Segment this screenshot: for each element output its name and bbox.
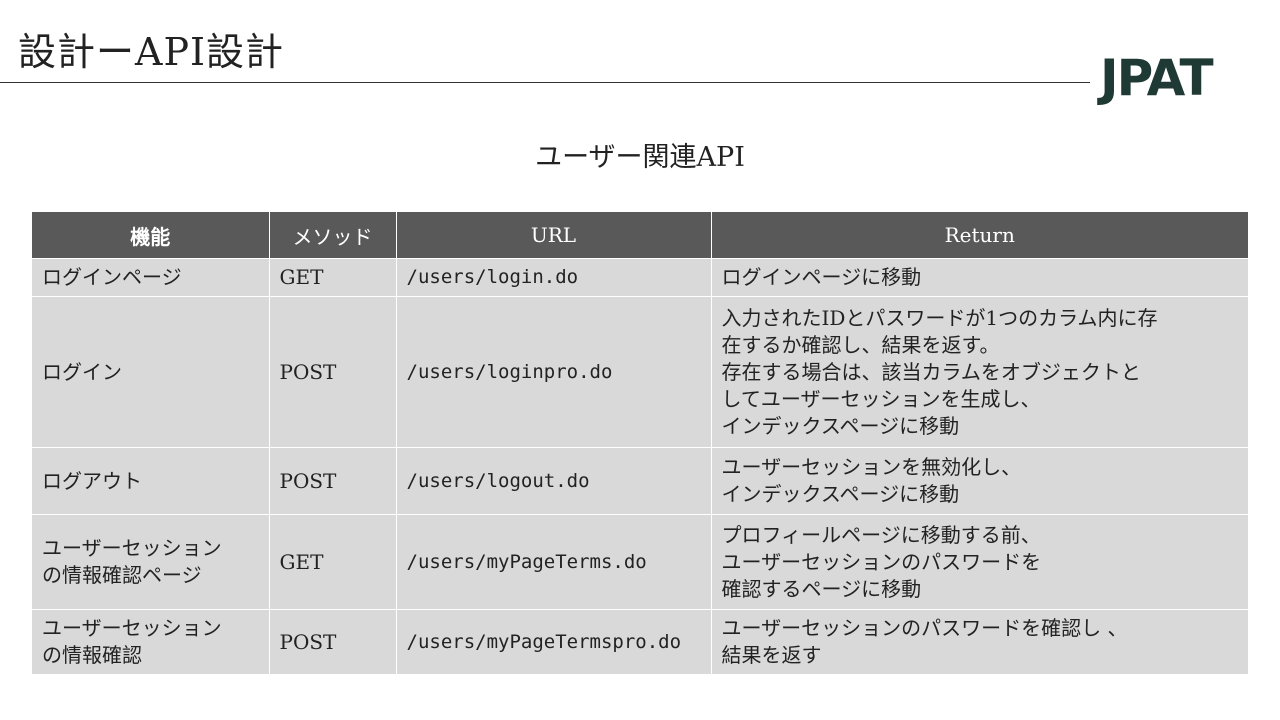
feature-text-line: の情報確認 [42,643,142,667]
column-header-url: URL [396,212,712,259]
feature-text-line: ユーザーセッション [42,536,222,560]
table-header-row: 機能 メソッド URL Return [32,212,1248,259]
return-text-line: 結果を返す [721,643,822,667]
return-text-line: 入力されたIDとパスワードが1つのカラム内に存 [721,305,1158,330]
table-row: ログインページ GET/users/login.do ログインページに移動 [32,258,1248,297]
feature-text-line: の情報確認ページ [42,563,202,587]
return-text-line: ログインページに移動 [721,265,922,289]
return-text-line: ユーザーセッションのパスワードを確認し 、 [721,616,1128,640]
table-row: ユーザーセッション の情報確認 POST/users/myPageTermspro.… [32,609,1248,675]
url-cell: /users/login.do [396,258,712,297]
return-cell: 入力されたIDとパスワードが1つのカラム内に存 在するか確認し、結果を返す。 存在す… [711,296,1248,448]
return-cell: ユーザーセッションのパスワードを確認し 、結果を返す [711,609,1248,675]
feature-text-line: ユーザーセッション [42,616,222,640]
slide: 設計ーAPI設計 JPAT ユーザー関連API 機能 メソッド URL Retu… [0,0,1280,720]
method-cell: POST [269,447,397,515]
feature-text-line: ログインページ [42,265,182,289]
section-subtitle: ユーザー関連API [535,142,745,173]
feature-cell: ユーザーセッション の情報確認ページ [32,514,270,610]
return-text-line: インデックスページに移動 [721,413,960,438]
feature-text-line: ログアウト [42,468,142,493]
url-cell: /users/logout.do [396,447,712,515]
return-text-line: インデックスページに移動 [721,482,960,506]
api-table: 機能 メソッド URL Return ログインページ GET/users/logi… [32,212,1248,675]
api-table-body: ログインページ GET/users/login.do ログインページに移動ログイン P… [32,258,1248,675]
method-cell: GET [269,258,397,297]
page-title: 設計ーAPI設計 [18,30,285,74]
table-row: ログアウト POST/users/logout.do ユーザーセッションを無効化し、… [32,447,1248,515]
feature-cell: ログインページ [32,258,270,297]
return-cell: ログインページに移動 [711,258,1248,297]
url-cell: /users/myPageTerms.do [396,514,712,610]
table-row: ログイン POST/users/loginpro.do 入力されたIDとパスワードが… [32,296,1248,448]
return-text-line: 確認するページに移動 [721,576,922,601]
jpat-logo: JPAT [1100,49,1214,107]
return-text-line: ユーザーセッションのパスワードを [721,549,1042,574]
return-text-line: 存在する場合は、該当カラムをオブジェクトと [721,359,1141,384]
feature-cell: ログイン [32,296,270,448]
url-cell: /users/loginpro.do [396,296,712,448]
return-text-line: ユーザーセッションを無効化し、 [721,455,1022,479]
column-header-feature: 機能 [32,212,270,259]
column-header-method: メソッド [269,212,397,259]
url-cell: /users/myPageTermspro.do [396,609,712,675]
column-header-return: Return [711,212,1248,259]
title-divider [0,82,1090,83]
method-cell: POST [269,296,397,448]
return-text-line: 在するか確認し、結果を返す。 [721,332,1000,357]
return-text-line: プロフィールページに移動する前、 [721,522,1041,547]
feature-cell: ユーザーセッション の情報確認 [32,609,270,675]
feature-text-line: ログイン [42,359,122,384]
feature-cell: ログアウト [32,447,270,515]
method-cell: GET [269,514,397,610]
return-cell: ユーザーセッションを無効化し、 インデックスページに移動 [711,447,1248,515]
table-row: ユーザーセッション の情報確認ページ GET/users/myPageTerms.d… [32,514,1248,610]
method-cell: POST [269,609,397,675]
return-text-line: してユーザーセッションを生成し、 [721,386,1041,411]
return-cell: プロフィールページに移動する前、 ユーザーセッションのパスワードを 確認するページに… [711,514,1248,610]
